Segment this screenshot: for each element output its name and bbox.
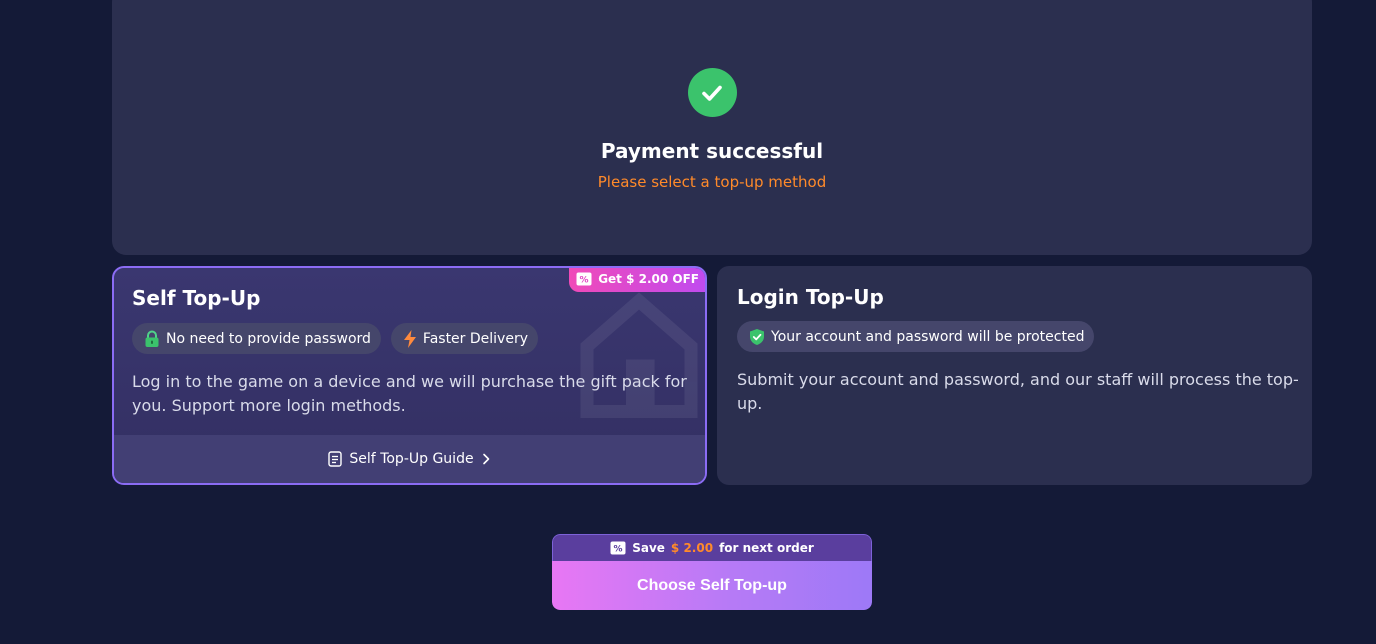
login-topup-card[interactable]: Login Top-Up Your account and password w… xyxy=(717,266,1312,485)
self-topup-card[interactable]: Self Top-Up % Get $ 2.00 OFF No need to … xyxy=(112,266,707,485)
self-topup-description: Log in to the game on a device and we wi… xyxy=(132,372,687,415)
save-suffix: for next order xyxy=(719,541,814,555)
tag-label: No need to provide password xyxy=(166,330,371,347)
choose-self-topup-button[interactable]: Choose Self Top-up xyxy=(552,561,872,610)
save-strip: % Save $ 2.00 for next order xyxy=(552,534,872,561)
guide-label: Self Top-Up Guide xyxy=(349,451,474,467)
self-topup-tags: No need to provide password Faster Deliv… xyxy=(132,323,538,354)
promo-badge-label: Get $ 2.00 OFF xyxy=(598,272,699,286)
login-topup-tags: Your account and password will be protec… xyxy=(737,321,1095,352)
cta-container: % Save $ 2.00 for next order Choose Self… xyxy=(552,534,872,610)
tag-label: Your account and password will be protec… xyxy=(771,328,1085,345)
tag-faster-delivery: Faster Delivery xyxy=(390,323,538,354)
coupon-icon: % xyxy=(576,272,592,286)
login-topup-title: Login Top-Up xyxy=(737,285,884,309)
tag-label: Faster Delivery xyxy=(422,330,528,347)
promo-badge: % Get $ 2.00 OFF xyxy=(569,268,705,292)
document-icon xyxy=(328,451,343,467)
check-circle-icon xyxy=(687,68,737,117)
coupon-icon: % xyxy=(610,541,626,555)
svg-text:%: % xyxy=(614,545,623,555)
tag-account-protected: Your account and password will be protec… xyxy=(737,321,1095,352)
save-amount: $ 2.00 xyxy=(670,541,714,555)
save-prefix: Save xyxy=(632,541,665,555)
tag-no-password: No need to provide password xyxy=(132,323,381,354)
self-topup-guide-link[interactable]: Self Top-Up Guide xyxy=(114,435,705,483)
svg-text:%: % xyxy=(580,276,589,286)
lock-icon xyxy=(145,330,159,347)
payment-status-panel: Payment successful Please select a top-u… xyxy=(112,0,1312,255)
chevron-right-icon xyxy=(482,453,489,465)
lightning-icon xyxy=(403,329,416,348)
status-title: Payment successful xyxy=(600,139,824,163)
login-topup-description: Submit your account and password, and ou… xyxy=(737,370,1299,413)
status-subtitle: Please select a top-up method xyxy=(597,173,827,191)
self-topup-title: Self Top-Up xyxy=(132,286,261,310)
shield-check-icon xyxy=(750,328,764,345)
